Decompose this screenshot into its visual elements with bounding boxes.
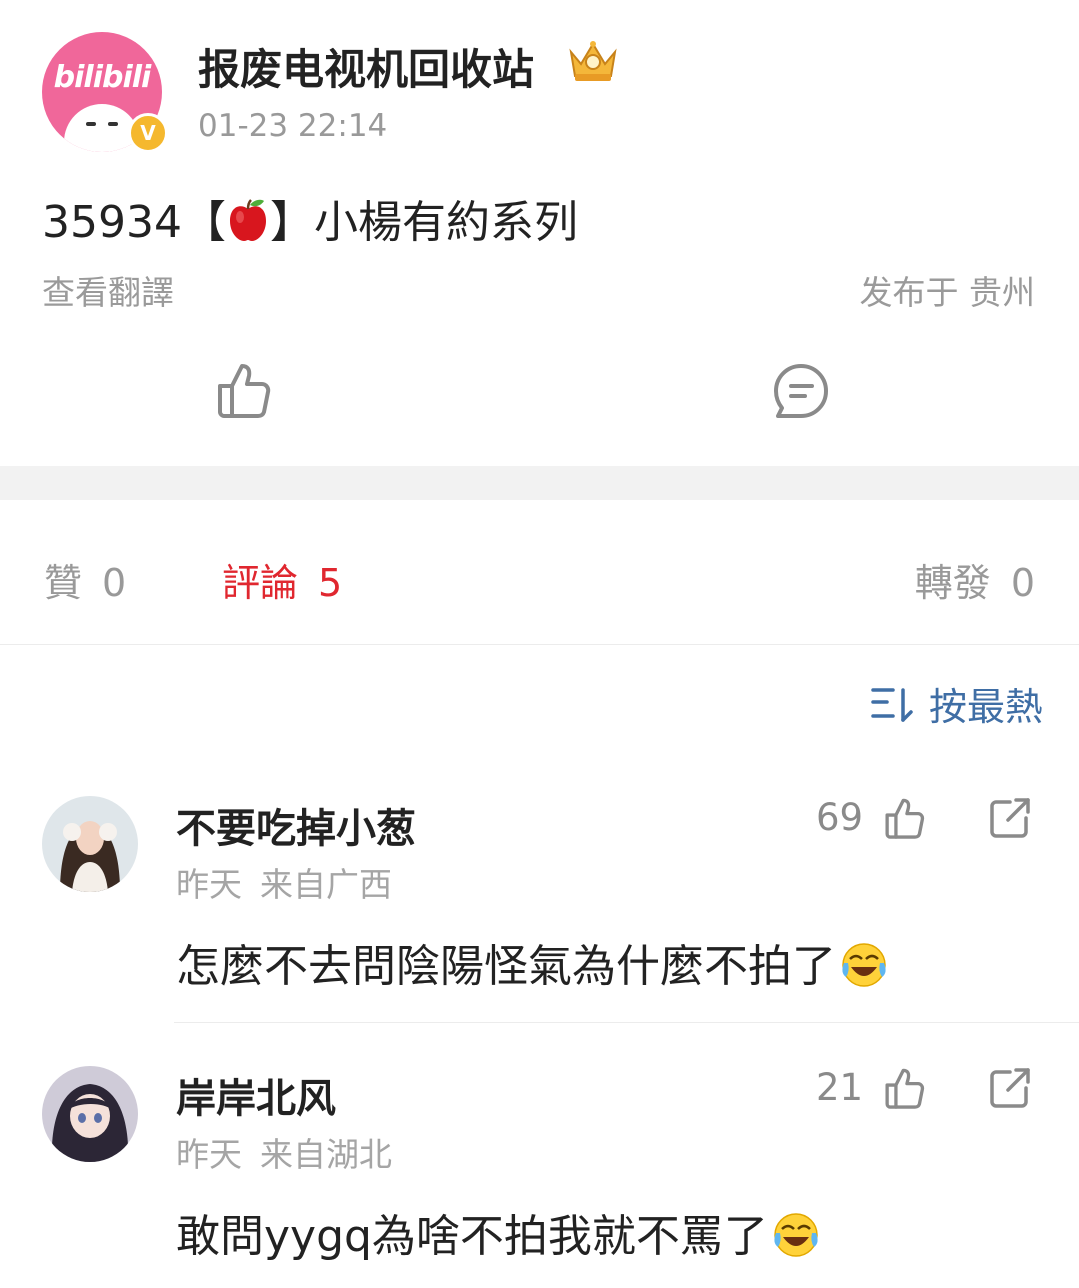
comment-text: 怎麼不去問陰陽怪氣為什麼不拍了 [176,930,888,994]
tab-divider [0,644,1079,645]
bilibili-logo: bilibili [53,60,152,95]
comment-like-count: 21 [816,1066,864,1109]
verified-badge: V [128,113,168,153]
laugh-cry-emoji [774,1213,818,1257]
like-icon[interactable] [882,1066,926,1110]
post-content: 35934【 】小楊有約系列 [42,186,578,250]
tab-reposts-count: 0 [1010,561,1035,605]
tab-reposts[interactable]: 轉發 0 [915,552,1035,607]
apple-icon [229,199,266,241]
section-divider [0,466,1079,500]
comment-text-body: 敢問yygq為啥不拍我就不罵了 [176,1211,768,1262]
tab-likes-label: 贊 [44,561,83,605]
sort-by-hot-button[interactable]: 按最熱 [871,676,1043,731]
post-content-prefix: 35934【 [42,197,226,248]
like-icon[interactable] [214,360,272,420]
author-name[interactable]: 报废电视机回收站 [198,36,534,97]
sort-label: 按最熱 [928,685,1043,729]
commenter-name[interactable]: 不要吃掉小葱 [176,796,416,854]
tab-comments[interactable]: 評論 5 [222,552,342,607]
comment-meta: 昨天 来自广西 [176,858,392,906]
comment-icon[interactable] [772,362,830,420]
like-icon[interactable] [882,796,926,840]
tab-likes[interactable]: 贊0 [44,552,126,607]
tab-reposts-label: 轉發 [914,561,991,605]
tab-likes-count: 0 [102,561,127,605]
sort-icon [871,687,913,722]
comment-time: 昨天 [176,865,242,904]
post-content-suffix: 】小楊有約系列 [269,197,578,248]
share-icon[interactable] [988,796,1032,840]
comment-text: 敢問yygq為啥不拍我就不罵了 [176,1200,820,1264]
share-icon[interactable] [988,1066,1032,1110]
comment-location: 来自湖北 [260,1135,392,1174]
crown-icon [569,41,617,81]
mascot-eye-left [86,122,96,126]
commenter-avatar[interactable] [42,796,138,892]
tab-comments-count: 5 [318,561,343,605]
comment-location: 来自广西 [260,865,392,904]
laugh-cry-emoji [842,943,886,987]
post-location: 发布于 贵州 [859,273,1036,312]
commenter-avatar[interactable] [42,1066,138,1162]
comment-text-body: 怎麼不去問陰陽怪氣為什麼不拍了 [176,941,836,992]
comment-time: 昨天 [176,1135,242,1174]
tab-comments-label: 評論 [222,561,299,605]
commenter-name[interactable]: 岸岸北风 [176,1066,336,1124]
mascot-eye-right [108,122,118,126]
comment-like-count: 69 [816,796,864,839]
view-translation-link[interactable]: 查看翻譯 [42,266,174,314]
comment-divider [174,1022,1079,1023]
post-time: 01-23 22:14 [198,108,388,144]
comment-meta: 昨天 来自湖北 [176,1128,392,1176]
